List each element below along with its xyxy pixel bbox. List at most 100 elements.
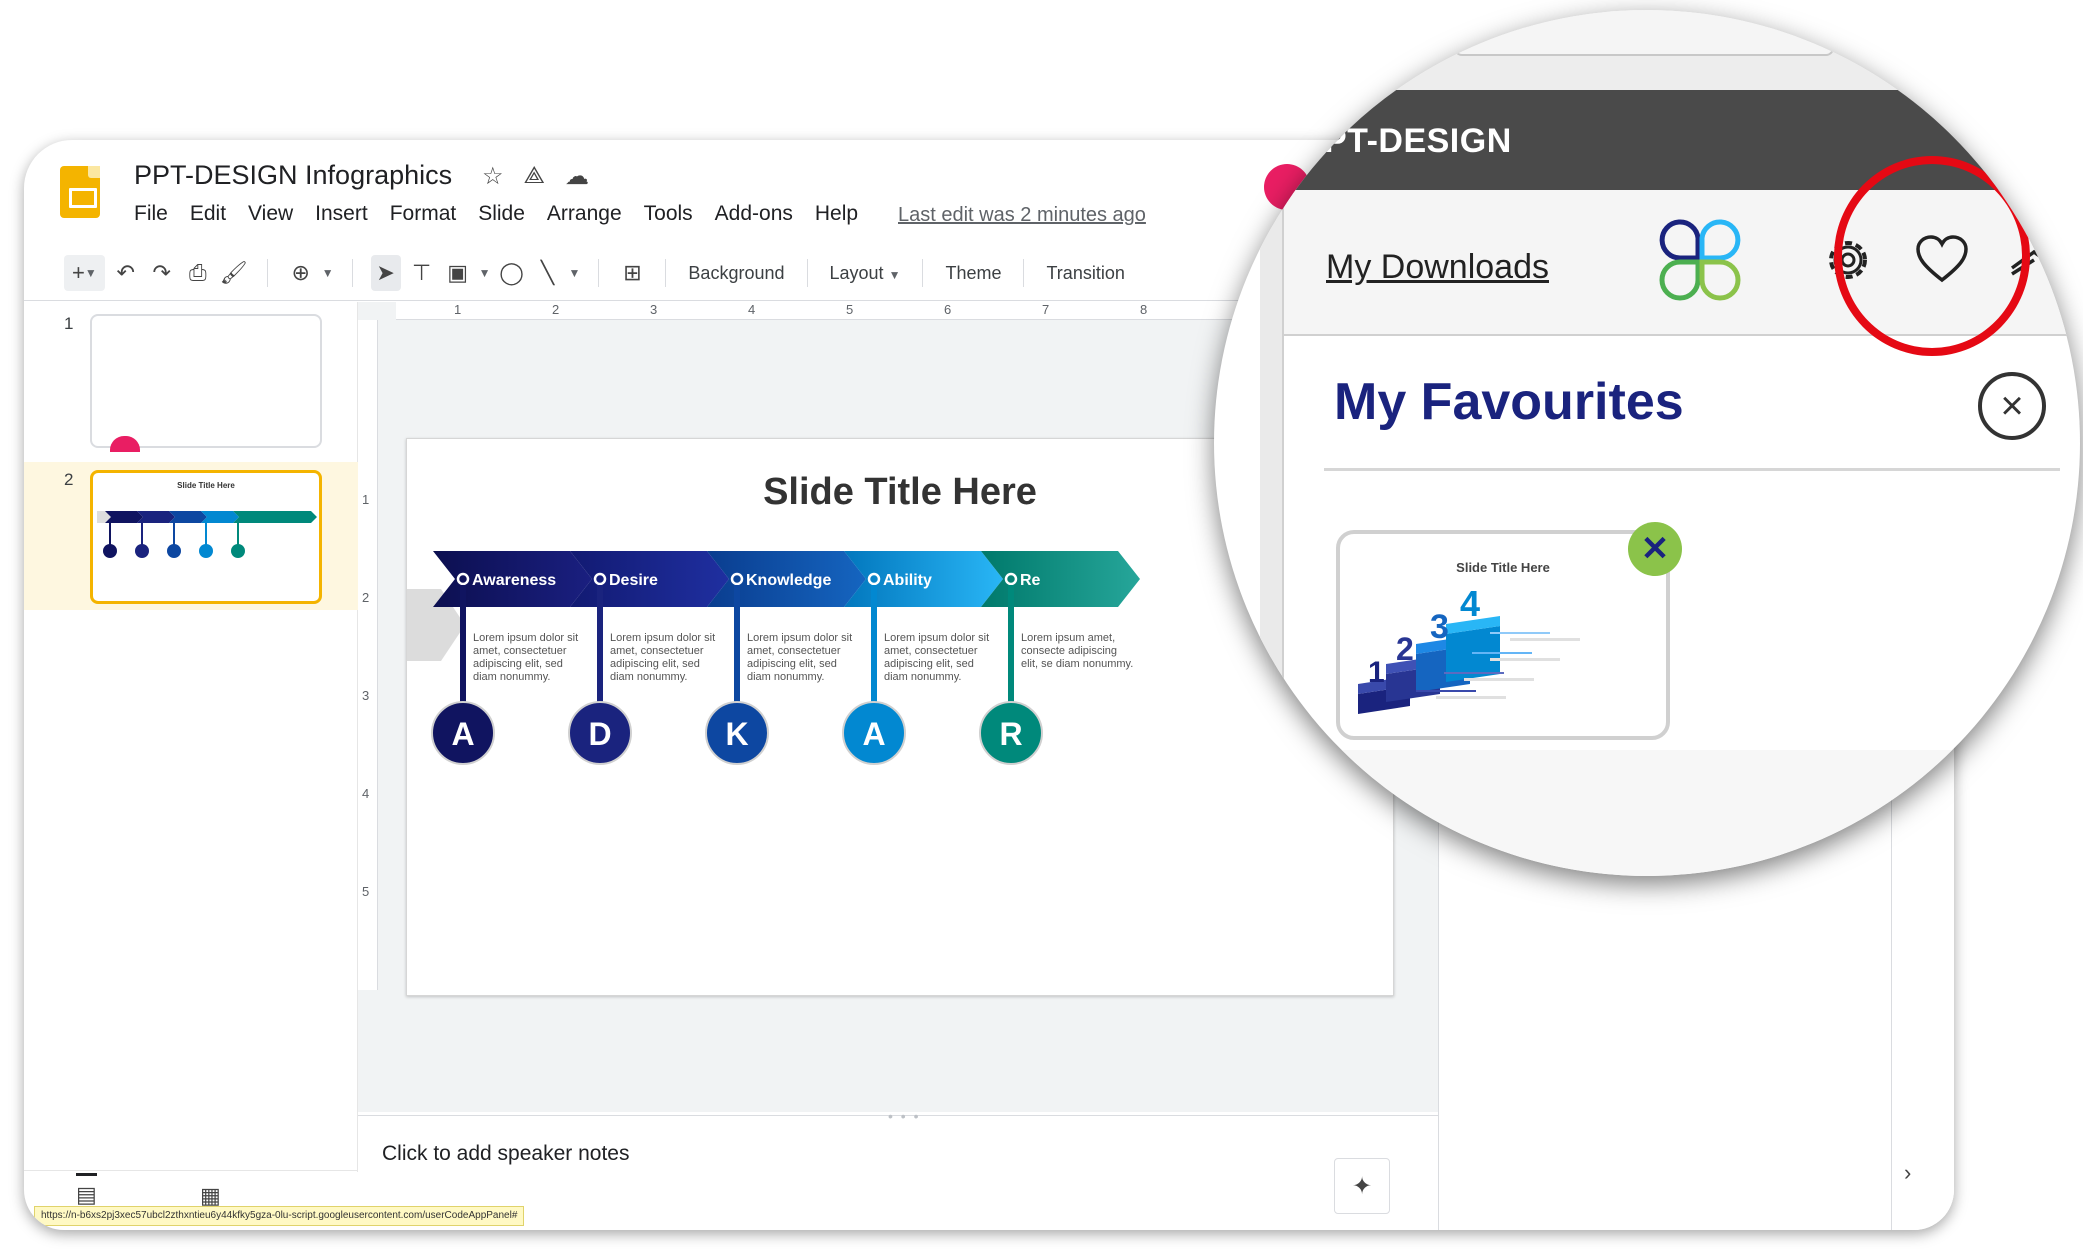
- step-description: Lorem ipsum dolor sit amet, consectetuer a…: [884, 632, 989, 683]
- adkar-step: Ability A Lorem ipsum dolor sit amet, conse…: [842, 551, 1003, 765]
- undo-icon[interactable]: ↶: [111, 255, 141, 291]
- step-stem: [871, 585, 877, 703]
- step-stem: [460, 585, 466, 703]
- menu-edit[interactable]: Edit: [190, 202, 226, 226]
- menu-format[interactable]: Format: [390, 202, 457, 226]
- filmstrip: 1 2 Slide Title Here: [24, 302, 358, 1172]
- addon-brand: PT-DESIGN: [1324, 122, 1512, 160]
- addon-badge-icon: [110, 436, 140, 452]
- magnified-browser-top: [1214, 10, 2080, 90]
- cloud-status-icon[interactable]: ☁: [565, 162, 589, 191]
- ruler-mark: 2: [552, 302, 560, 317]
- favourites-title: My Favourites: [1334, 373, 1684, 431]
- ruler-mark: 5: [846, 302, 854, 317]
- menu-add-ons[interactable]: Add-ons: [715, 202, 793, 226]
- step-stem: [1008, 585, 1014, 703]
- star-icon[interactable]: ☆: [482, 162, 504, 191]
- chevron-right-icon[interactable]: ›: [1904, 1160, 1911, 1186]
- transition-button[interactable]: Transition: [1042, 263, 1128, 284]
- new-slide-button[interactable]: + ▼: [64, 255, 105, 291]
- menu-view[interactable]: View: [248, 202, 293, 226]
- panel-lower-area: [1284, 750, 2080, 876]
- redo-icon[interactable]: ↷: [147, 255, 177, 291]
- my-downloads-link[interactable]: My Downloads: [1326, 248, 1549, 287]
- svg-text:2: 2: [1396, 631, 1414, 667]
- step-label: Re: [1020, 572, 1041, 589]
- text-box-icon[interactable]: ⊤: [407, 255, 437, 291]
- print-icon[interactable]: ⎙: [183, 255, 213, 291]
- document-title[interactable]: PPT-DESIGN Infographics: [134, 160, 452, 191]
- ruler-mark: 7: [1042, 302, 1050, 317]
- slide-thumbnail-2[interactable]: Slide Title Here: [90, 470, 322, 604]
- step-label: Knowledge: [746, 572, 831, 589]
- comment-icon[interactable]: ⊞: [617, 255, 647, 291]
- step-description: Lorem ipsum amet, consecte adipiscing elit…: [1021, 632, 1133, 670]
- filmstrip-view-icon[interactable]: ▤: [76, 1173, 97, 1208]
- zoom-icon[interactable]: ⊕: [286, 255, 316, 291]
- ruler-mark: 3: [362, 688, 370, 703]
- toolbar: + ▼ ↶ ↷ ⎙ 🖌 ⊕ ▼ ➤ ⊤ ▣ ▼ ◯ ╲ ▼ ⊞ Backgrou…: [64, 246, 1274, 300]
- last-edit-link[interactable]: Last edit was 2 minutes ago: [898, 204, 1146, 227]
- menu-help[interactable]: Help: [815, 202, 858, 226]
- ruler-mark: 6: [944, 302, 952, 317]
- menu-insert[interactable]: Insert: [315, 202, 368, 226]
- step-label: Desire: [609, 572, 658, 589]
- toolbar-divider: [922, 259, 924, 287]
- select-tool-icon[interactable]: ➤: [370, 255, 401, 291]
- shape-icon[interactable]: ◯: [497, 255, 527, 291]
- ruler-mark: 8: [1140, 302, 1148, 317]
- x-icon[interactable]: ✕: [1628, 522, 1682, 576]
- move-to-drive-icon[interactable]: ⟁: [524, 162, 545, 191]
- step-letter: K: [725, 716, 748, 752]
- toolbar-divider: [351, 259, 353, 287]
- menu-bar: File Edit View Insert Format Slide Arran…: [134, 202, 858, 226]
- svg-text:4: 4: [1460, 583, 1480, 624]
- line-icon[interactable]: ╲: [533, 255, 563, 291]
- speaker-notes-placeholder: Click to add speaker notes: [382, 1142, 630, 1165]
- title-actions: ☆ ⟁ ☁: [482, 162, 589, 191]
- favourite-template-card[interactable]: Slide Title Here 1 2 3 4: [1336, 530, 1670, 740]
- step-description: Lorem ipsum dolor sit amet, consectetuer a…: [610, 632, 715, 683]
- notes-resize-handle[interactable]: • • •: [888, 1108, 920, 1124]
- menu-file[interactable]: File: [134, 202, 168, 226]
- adkar-step: Desire D Lorem ipsum dolor sit amet, consec…: [568, 551, 729, 765]
- menu-slide[interactable]: Slide: [478, 202, 525, 226]
- slide-thumbnail-1[interactable]: [90, 314, 322, 452]
- ruler-mark: 4: [748, 302, 756, 317]
- explore-button[interactable]: ✦: [1334, 1158, 1390, 1214]
- image-dropdown-icon[interactable]: ▼: [479, 266, 491, 280]
- favourites-divider: [1324, 468, 2060, 471]
- layout-label: Layout: [829, 262, 884, 283]
- ppt-design-logo-icon[interactable]: [1658, 218, 1742, 302]
- paint-format-icon[interactable]: 🖌: [219, 255, 249, 291]
- svg-text:1: 1: [1368, 656, 1385, 689]
- ruler-mark: 1: [362, 492, 370, 507]
- image-icon[interactable]: ▣: [443, 255, 473, 291]
- step-label: Awareness: [472, 572, 556, 589]
- panel-edge: [1260, 190, 1284, 876]
- step-stem: [597, 585, 603, 703]
- line-dropdown-icon[interactable]: ▼: [569, 266, 581, 280]
- menu-tools[interactable]: Tools: [644, 202, 693, 226]
- menu-arrange[interactable]: Arrange: [547, 202, 622, 226]
- slide-number: 2: [64, 470, 74, 489]
- highlight-circle: [1834, 156, 2030, 356]
- adkar-step: Re R Lorem ipsum amet, consecte adipiscing e…: [979, 551, 1140, 765]
- adkar-step: Awareness A Lorem ipsum dolor sit amet, con…: [431, 551, 592, 765]
- adkar-step: Knowledge K Lorem ipsum dolor sit amet, con…: [705, 551, 866, 765]
- thumbnail-infographic: [97, 511, 317, 558]
- ruler-mark: 1: [454, 302, 462, 317]
- slide-number: 1: [64, 314, 74, 333]
- ruler-mark: 2: [362, 590, 370, 605]
- layout-button[interactable]: Layout ▼: [826, 263, 905, 284]
- step-letter: A: [451, 716, 474, 752]
- magnifier-callout: PT-DESIGN My Downloads My Favourites × S…: [1214, 10, 2080, 876]
- zoom-dropdown-icon[interactable]: ▼: [322, 266, 334, 280]
- close-icon[interactable]: ×: [1978, 372, 2046, 440]
- slides-logo-icon[interactable]: [60, 166, 100, 218]
- ruler-mark: 4: [362, 786, 370, 801]
- step-letter: R: [999, 716, 1022, 752]
- background-button[interactable]: Background: [684, 263, 788, 284]
- toolbar-divider: [665, 259, 667, 287]
- theme-button[interactable]: Theme: [941, 263, 1005, 284]
